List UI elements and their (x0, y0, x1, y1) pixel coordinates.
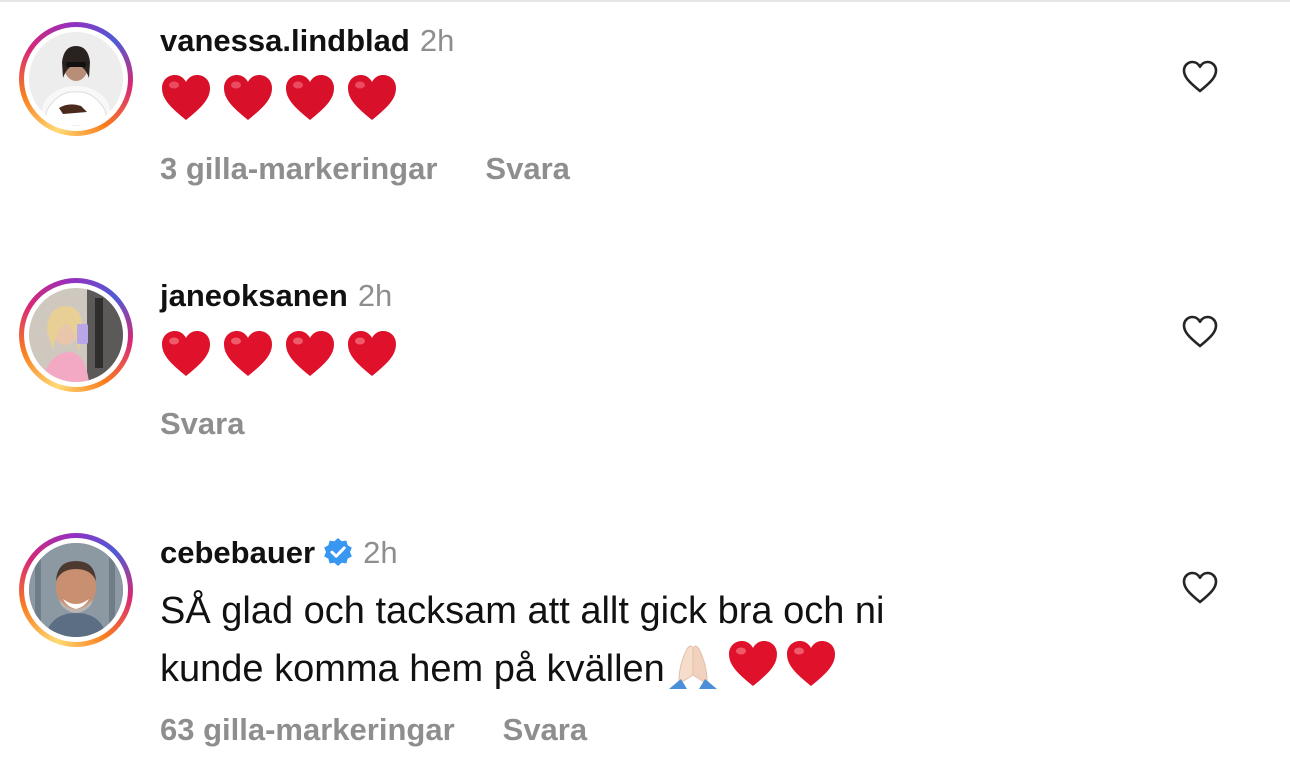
comment-text-line: kunde komma hem på kvällen (160, 648, 665, 690)
red-heart-emoji (162, 75, 210, 120)
reply-button[interactable]: Svara (503, 712, 587, 747)
likes-count[interactable]: 3 gilla-markeringar (160, 151, 437, 186)
verified-badge-icon (324, 538, 352, 566)
timestamp: 2h (419, 23, 455, 58)
heart-outline-icon[interactable] (1181, 570, 1219, 606)
red-heart-emoji (162, 331, 210, 376)
timestamp: 2h (363, 535, 398, 570)
top-divider (0, 0, 1290, 2)
comment-body (160, 73, 398, 123)
likes-count[interactable]: 63 gilla-markeringar (160, 712, 455, 747)
red-heart-emoji (224, 75, 272, 120)
username[interactable]: vanessa.lindblad (160, 23, 410, 58)
folded-hands-emoji (668, 645, 717, 690)
timestamp: 2h (357, 278, 393, 313)
avatar[interactable] (19, 22, 133, 136)
heart-outline-icon[interactable] (1181, 314, 1219, 350)
red-heart-emoji (348, 331, 396, 376)
red-heart-emoji (224, 331, 272, 376)
comment-actions: 63 gilla-markeringar Svara (160, 711, 587, 749)
username[interactable]: janeoksanen (160, 278, 348, 313)
comment-header: cebebauer 2h (160, 534, 398, 572)
comment-header: janeoksanen 2h (160, 277, 392, 315)
red-heart-emoji (286, 75, 334, 120)
avatar[interactable] (19, 533, 133, 647)
red-heart-emoji (786, 641, 835, 686)
red-heart-emoji (728, 641, 777, 686)
comment-text-line: SÅ glad och tacksam att allt gick bra oc… (160, 590, 885, 632)
comment-actions: 3 gilla-markeringar Svara (160, 150, 570, 188)
avatar[interactable] (19, 278, 133, 392)
reply-button[interactable]: Svara (160, 406, 244, 441)
red-heart-emoji (348, 75, 396, 120)
heart-outline-icon[interactable] (1181, 59, 1219, 95)
comment-header: vanessa.lindblad 2h (160, 22, 454, 60)
comment-text-line-2: kunde komma hem på kvällen (160, 635, 884, 693)
comment-body (160, 329, 398, 379)
red-heart-emoji (286, 331, 334, 376)
username[interactable]: cebebauer (160, 535, 315, 570)
reply-button[interactable]: Svara (485, 151, 569, 186)
comment-actions: Svara (160, 405, 244, 443)
comment-body: SÅ glad och tacksam att allt gick bra oc… (160, 588, 884, 693)
